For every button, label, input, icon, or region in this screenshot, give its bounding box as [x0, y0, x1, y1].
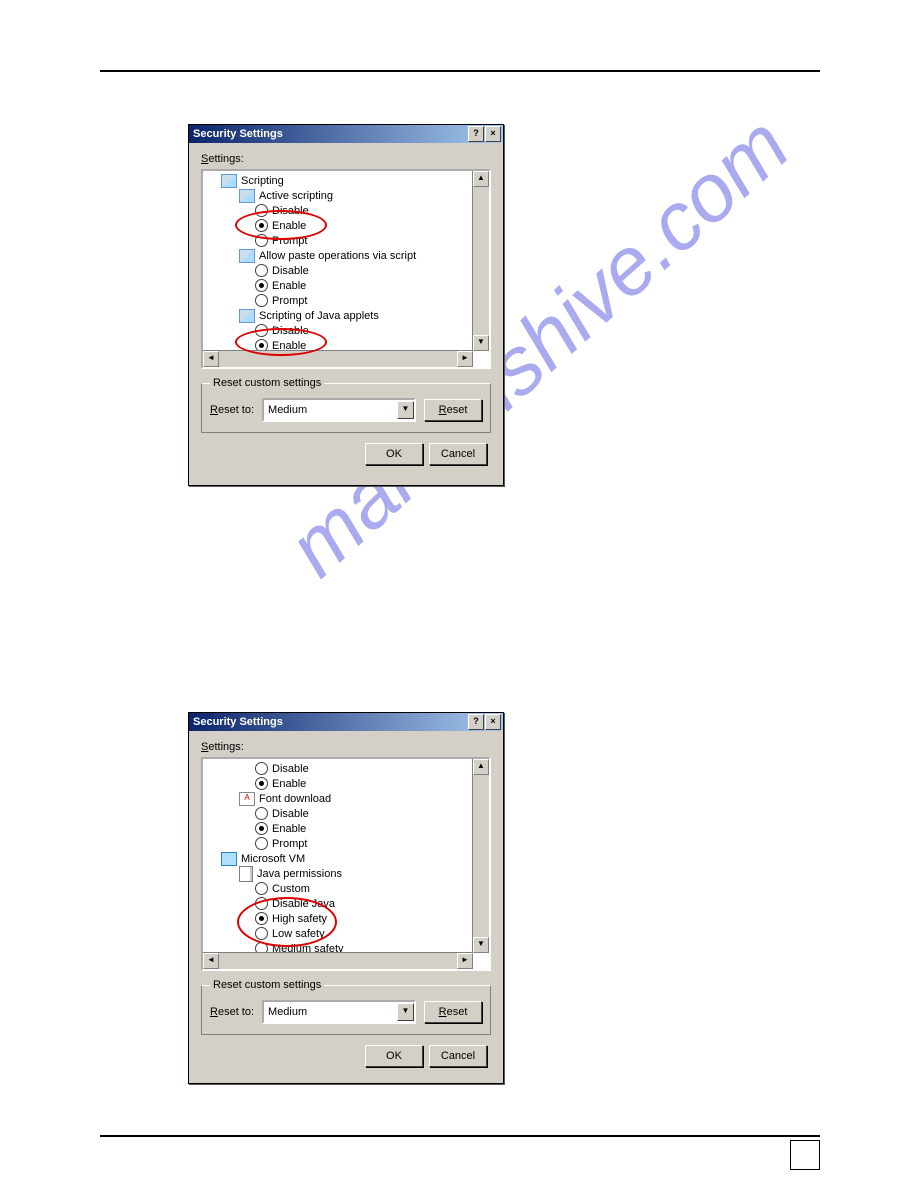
cancel-button[interactable]: Cancel [429, 1045, 487, 1067]
reset-button[interactable]: Reset [424, 399, 482, 421]
script-icon [239, 189, 255, 203]
close-button[interactable]: × [485, 714, 501, 730]
settings-label: Settings: [201, 741, 491, 753]
scroll-left-icon[interactable]: ◄ [203, 351, 219, 367]
chevron-down-icon[interactable]: ▼ [397, 401, 414, 419]
dialog-title: Security Settings [193, 716, 283, 728]
page-number-box [790, 1140, 820, 1170]
reset-group: Reset custom settings Reset to: Medium ▼… [201, 985, 491, 1035]
radio-enable[interactable] [255, 279, 268, 292]
ok-button[interactable]: OK [365, 1045, 423, 1067]
radio-disable[interactable] [255, 324, 268, 337]
security-settings-dialog-1: Security Settings ? × Settings: Scriptin… [188, 124, 504, 486]
scroll-right-icon[interactable]: ► [457, 351, 473, 367]
reset-group-label: Reset custom settings [210, 377, 324, 389]
reset-to-select[interactable]: Medium ▼ [262, 398, 416, 422]
tree-label: Microsoft VM [241, 853, 305, 865]
chevron-down-icon[interactable]: ▼ [397, 1003, 414, 1021]
tree-label: Allow paste operations via script [259, 250, 416, 262]
page-rule-bottom [100, 1135, 820, 1137]
radio-label: Disable [272, 265, 309, 277]
script-icon [239, 309, 255, 323]
reset-group: Reset custom settings Reset to: Medium ▼… [201, 383, 491, 433]
help-button[interactable]: ? [468, 714, 484, 730]
radio-label: Enable [272, 220, 306, 232]
tree-label: Active scripting [259, 190, 333, 202]
radio-disable[interactable] [255, 264, 268, 277]
horizontal-scrollbar[interactable]: ◄ ► [203, 350, 473, 367]
reset-to-select[interactable]: Medium ▼ [262, 1000, 416, 1024]
settings-tree: Disable Enable A Font download Disable En… [201, 757, 491, 971]
font-icon: A [239, 792, 255, 806]
radio-disable-java[interactable] [255, 897, 268, 910]
vm-icon [221, 852, 237, 866]
radio-label: Prompt [272, 295, 307, 307]
radio-enable[interactable] [255, 777, 268, 790]
radio-label: Enable [272, 778, 306, 790]
scroll-right-icon[interactable]: ► [457, 953, 473, 969]
radio-label: Prompt [272, 838, 307, 850]
radio-prompt[interactable] [255, 234, 268, 247]
scroll-down-icon[interactable]: ▼ [473, 937, 489, 953]
dialog-title: Security Settings [193, 128, 283, 140]
radio-enable[interactable] [255, 219, 268, 232]
script-icon [239, 249, 255, 263]
radio-low-safety[interactable] [255, 927, 268, 940]
scroll-up-icon[interactable]: ▲ [473, 171, 489, 187]
radio-custom[interactable] [255, 882, 268, 895]
page-rule-top [100, 70, 820, 72]
radio-label: Low safety [272, 928, 325, 940]
document-icon [239, 866, 253, 882]
reset-to-label: Reset to: [210, 404, 254, 416]
settings-label: Settings: [201, 153, 491, 165]
radio-label: Disable [272, 325, 309, 337]
tree-label: Scripting [241, 175, 284, 187]
tree-label: Java permissions [257, 868, 342, 880]
radio-label: Enable [272, 823, 306, 835]
radio-label: Enable [272, 280, 306, 292]
radio-disable[interactable] [255, 762, 268, 775]
ok-button[interactable]: OK [365, 443, 423, 465]
radio-label: High safety [272, 913, 327, 925]
titlebar[interactable]: Security Settings ? × [189, 713, 503, 731]
radio-disable[interactable] [255, 807, 268, 820]
radio-label: Custom [272, 883, 310, 895]
radio-prompt[interactable] [255, 837, 268, 850]
close-button[interactable]: × [485, 126, 501, 142]
radio-disable[interactable] [255, 204, 268, 217]
titlebar[interactable]: Security Settings ? × [189, 125, 503, 143]
radio-label: Disable [272, 763, 309, 775]
radio-enable[interactable] [255, 822, 268, 835]
radio-high-safety[interactable] [255, 912, 268, 925]
radio-label: Prompt [272, 235, 307, 247]
scroll-down-icon[interactable]: ▼ [473, 335, 489, 351]
scroll-left-icon[interactable]: ◄ [203, 953, 219, 969]
tree-label: Font download [259, 793, 331, 805]
tree-label: Scripting of Java applets [259, 310, 379, 322]
radio-prompt[interactable] [255, 294, 268, 307]
select-value: Medium [268, 404, 307, 416]
radio-label: Disable [272, 808, 309, 820]
reset-button[interactable]: Reset [424, 1001, 482, 1023]
vertical-scrollbar[interactable]: ▲ ▼ [472, 759, 489, 953]
settings-tree: Scripting Active scripting Disable Enabl… [201, 169, 491, 369]
script-icon [221, 174, 237, 188]
cancel-button[interactable]: Cancel [429, 443, 487, 465]
select-value: Medium [268, 1006, 307, 1018]
radio-label: Disable [272, 205, 309, 217]
horizontal-scrollbar[interactable]: ◄ ► [203, 952, 473, 969]
security-settings-dialog-2: Security Settings ? × Settings: Disable … [188, 712, 504, 1084]
reset-group-label: Reset custom settings [210, 979, 324, 991]
radio-label: Disable Java [272, 898, 335, 910]
help-button[interactable]: ? [468, 126, 484, 142]
vertical-scrollbar[interactable]: ▲ ▼ [472, 171, 489, 351]
scroll-up-icon[interactable]: ▲ [473, 759, 489, 775]
reset-to-label: Reset to: [210, 1006, 254, 1018]
